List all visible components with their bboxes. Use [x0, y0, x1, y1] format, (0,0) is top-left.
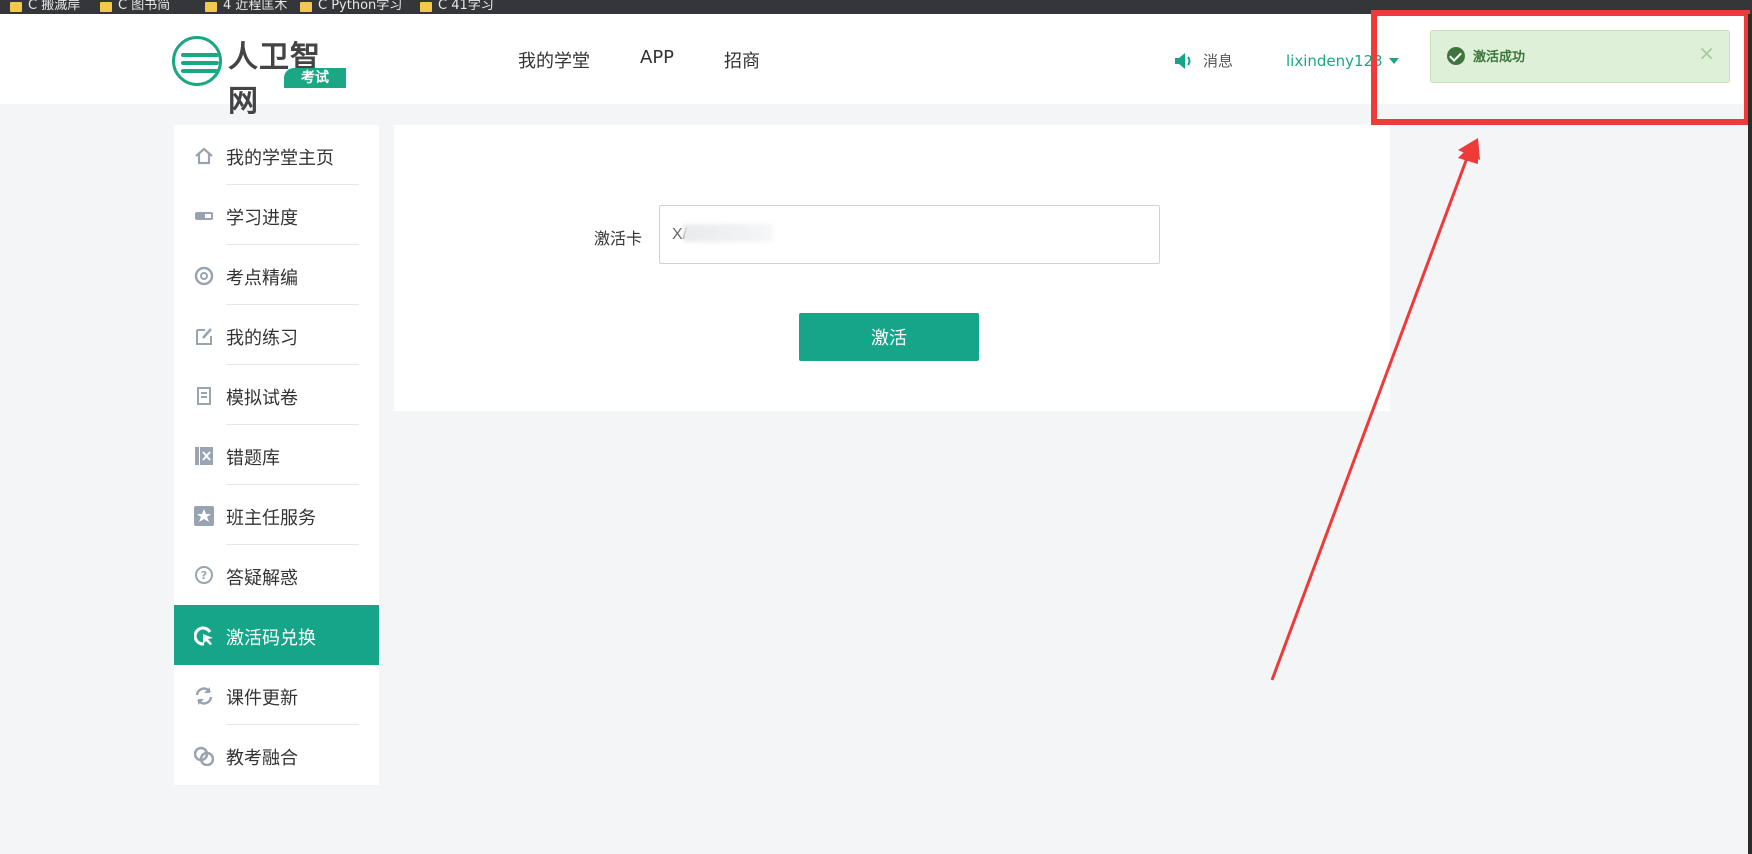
window-edge — [1748, 14, 1752, 854]
sidebar-item-label: 答疑解惑 — [226, 568, 298, 589]
sidebar-item-qa[interactable]: ? 答疑解惑 — [174, 545, 379, 605]
site-logo[interactable]: 人卫智网 考试 — [172, 32, 348, 119]
messages-label: 消息 — [1203, 52, 1234, 70]
logo-emblem-icon — [172, 36, 222, 86]
wrong-icon — [195, 447, 213, 465]
arrow-head — [1458, 138, 1480, 160]
sidebar-item-label: 考点精编 — [226, 268, 298, 289]
sidebar-item-integration[interactable]: 教考融合 — [174, 725, 379, 785]
sidebar-item-label: 课件更新 — [226, 688, 298, 709]
sidebar-item-practice[interactable]: 我的练习 — [174, 305, 379, 365]
sidebar: 我的学堂主页 学习进度 考点精编 我的练习 模拟试卷 错题库 班主任服务 ? 答… — [174, 125, 379, 785]
lifebuoy-icon — [194, 266, 214, 286]
sidebar-item-label: 学习进度 — [226, 208, 298, 229]
link-circles-icon — [194, 746, 214, 766]
sidebar-item-course-update[interactable]: 课件更新 — [174, 665, 379, 725]
question-icon: ? — [195, 566, 213, 584]
refresh-icon — [195, 687, 213, 705]
sidebar-item-mock-exam[interactable]: 模拟试卷 — [174, 365, 379, 425]
document-icon — [197, 387, 211, 405]
sidebar-item-key-points[interactable]: 考点精编 — [174, 245, 379, 305]
bookmark-item[interactable]: C Python学习 — [300, 0, 402, 13]
folder-icon — [205, 1, 217, 12]
speaker-icon — [1175, 52, 1191, 69]
progress-icon — [195, 212, 213, 220]
sidebar-item-label: 我的学堂主页 — [226, 148, 334, 169]
activation-panel: 激活卡 激活 — [394, 125, 1390, 411]
star-icon — [194, 506, 214, 526]
sidebar-item-label: 教考融合 — [226, 748, 298, 769]
sidebar-item-wrong-questions[interactable]: 错题库 — [174, 425, 379, 485]
folder-icon — [100, 1, 112, 12]
bookmark-item[interactable]: 4 近程匡木 — [205, 0, 287, 13]
bookmark-item[interactable]: C 图书简 — [100, 0, 170, 13]
sidebar-item-label: 模拟试卷 — [226, 388, 298, 409]
activation-card-label: 激活卡 — [594, 229, 643, 248]
folder-icon — [10, 1, 22, 12]
sidebar-item-label: 错题库 — [226, 448, 280, 469]
username: lixindeny123 — [1286, 52, 1383, 70]
logo-tag: 考试 — [284, 68, 346, 88]
sidebar-item-home[interactable]: 我的学堂主页 — [174, 125, 379, 185]
sidebar-item-label: 我的练习 — [226, 328, 298, 349]
nav-my-school[interactable]: 我的学堂 — [518, 47, 590, 73]
home-icon — [195, 147, 213, 165]
folder-icon — [300, 1, 312, 12]
folder-icon — [420, 1, 432, 12]
sidebar-item-progress[interactable]: 学习进度 — [174, 185, 379, 245]
arrow-head-fill — [1458, 138, 1478, 164]
bookmark-item[interactable]: C 搬滅岸 — [10, 0, 80, 13]
sidebar-item-activation-code[interactable]: 激活码兑换 — [174, 605, 379, 665]
redacted-blur — [683, 224, 773, 242]
messages-link[interactable]: 消息 — [1173, 50, 1233, 71]
sidebar-item-head-teacher[interactable]: 班主任服务 — [174, 485, 379, 545]
sidebar-item-label: 激活码兑换 — [226, 628, 316, 649]
activate-button[interactable]: 激活 — [799, 313, 979, 361]
sidebar-item-label: 班主任服务 — [226, 508, 316, 529]
edit-icon — [196, 328, 212, 345]
highlight-box — [1371, 10, 1750, 125]
svg-text:?: ? — [201, 569, 207, 582]
cursor-click-icon — [194, 626, 213, 646]
nav-app[interactable]: APP — [640, 47, 674, 68]
nav-business[interactable]: 招商 — [724, 47, 760, 73]
bookmark-item[interactable]: C 41学习 — [420, 0, 494, 13]
